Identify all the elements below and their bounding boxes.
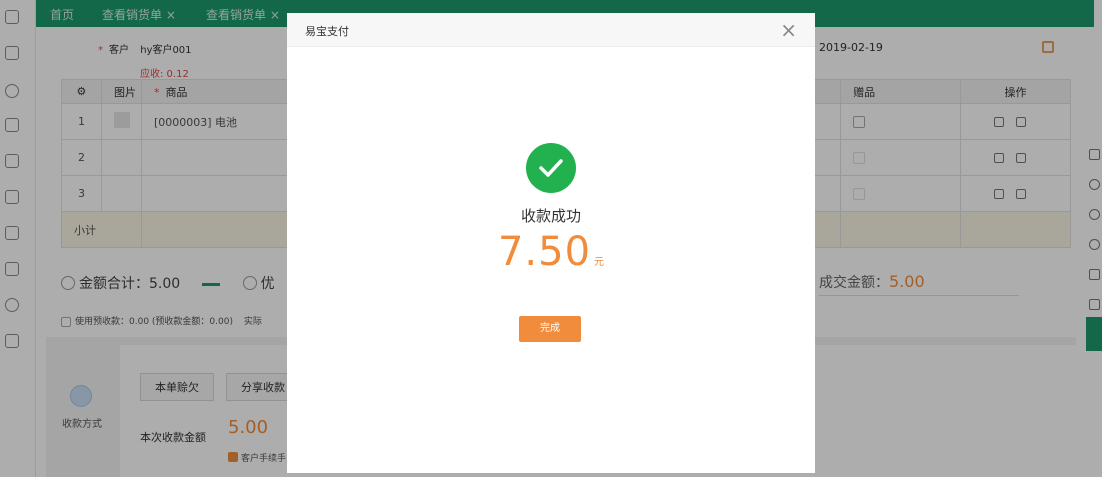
paid-amount: 7.50 元 xyxy=(287,229,815,275)
close-icon[interactable]: × xyxy=(780,18,797,42)
payment-success-dialog: 易宝支付 × 收款成功 7.50 元 完成 xyxy=(287,13,815,473)
dialog-header: 易宝支付 × xyxy=(287,13,815,47)
success-message: 收款成功 xyxy=(520,207,581,225)
currency-unit: 元 xyxy=(594,257,605,268)
success-check-icon xyxy=(526,143,576,193)
dialog-title: 易宝支付 xyxy=(305,25,349,38)
paid-amount-value: 7.50 xyxy=(497,229,592,275)
done-button[interactable]: 完成 xyxy=(519,316,581,342)
